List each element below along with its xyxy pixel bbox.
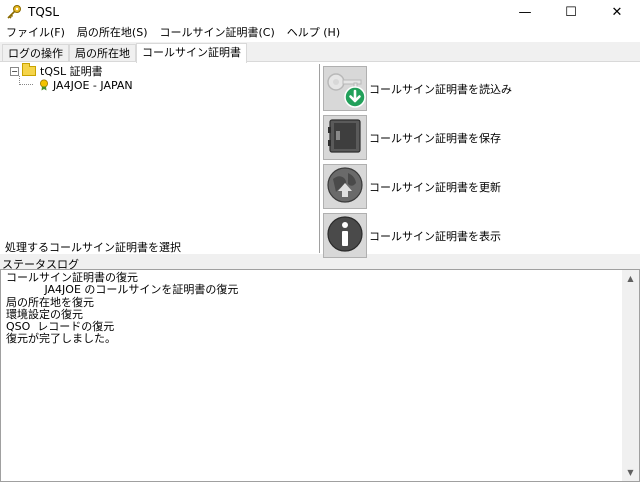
minimize-button[interactable]: — — [502, 0, 548, 24]
key-download-icon — [324, 66, 366, 111]
display-certificate-button[interactable] — [323, 213, 367, 258]
action-label: コールサイン証明書を更新 — [369, 180, 501, 194]
renew-certificate-button[interactable] — [323, 164, 367, 209]
safe-icon — [324, 115, 366, 160]
menu-bar: ファイル(F) 局の所在地(S) コールサイン証明書(C) ヘルプ (H) — [0, 24, 640, 42]
tab-station-location[interactable]: 局の所在地 — [69, 44, 136, 62]
certificate-ribbon-icon — [38, 79, 50, 91]
scroll-down-icon[interactable]: ▼ — [622, 464, 639, 481]
vertical-scrollbar[interactable]: ▲ ▼ — [622, 270, 639, 481]
window-title: TQSL — [28, 5, 60, 19]
tab-log-operations[interactable]: ログの操作 — [2, 44, 69, 62]
certificate-tree[interactable]: − tQSL 証明書 JA4JOE - JAPAN — [4, 63, 316, 234]
menu-file[interactable]: ファイル(F) — [0, 24, 71, 42]
panel-divider — [319, 64, 321, 253]
maximize-button[interactable]: ☐ — [548, 0, 594, 24]
action-label: コールサイン証明書を表示 — [369, 229, 501, 243]
folder-icon — [22, 63, 36, 76]
status-log-text: コールサイン証明書の復元 JA4JOE のコールサインを証明書の復元 局の所在地… — [6, 271, 239, 346]
load-certificate-button[interactable] — [323, 66, 367, 111]
tree-item-certificate[interactable]: JA4JOE - JAPAN — [4, 78, 316, 92]
tab-strip: ログの操作 局の所在地 コールサイン証明書 — [2, 43, 247, 63]
tree-root-label: tQSL 証明書 — [40, 65, 103, 78]
tree-root[interactable]: − tQSL 証明書 — [4, 63, 316, 78]
close-button[interactable]: ✕ — [594, 0, 640, 24]
action-label: コールサイン証明書を読込み — [369, 82, 512, 96]
info-icon — [324, 213, 366, 258]
action-label: コールサイン証明書を保存 — [369, 131, 501, 145]
collapse-toggle[interactable]: − — [10, 66, 19, 76]
menu-station-location[interactable]: 局の所在地(S) — [71, 24, 154, 42]
certificate-panel: − tQSL 証明書 JA4JOE - JAPAN 処理するコールサイン証明書を… — [0, 61, 640, 258]
save-certificate-button[interactable] — [323, 115, 367, 160]
renew-globe-icon — [324, 164, 366, 209]
display-certificate-action[interactable]: コールサイン証明書を表示 — [322, 211, 638, 260]
load-certificate-action[interactable]: コールサイン証明書を読込み — [322, 64, 638, 113]
key-icon — [6, 4, 22, 20]
menu-help[interactable]: ヘルプ (H) — [281, 24, 346, 42]
menu-callsign-certificate[interactable]: コールサイン証明書(C) — [154, 24, 281, 42]
renew-certificate-action[interactable]: コールサイン証明書を更新 — [322, 162, 638, 211]
tree-item-label: JA4JOE - JAPAN — [53, 78, 133, 92]
save-certificate-action[interactable]: コールサイン証明書を保存 — [322, 113, 638, 162]
scroll-up-icon[interactable]: ▲ — [622, 270, 639, 287]
title-bar: TQSL — ☐ ✕ — [0, 0, 640, 24]
certificate-actions: コールサイン証明書を読込み コールサイン証明書を保存 コールサイン証明書を更新 … — [322, 64, 638, 260]
window-controls: — ☐ ✕ — [502, 0, 640, 24]
tab-callsign-certificate[interactable]: コールサイン証明書 — [136, 43, 247, 63]
status-log[interactable]: コールサイン証明書の復元 JA4JOE のコールサインを証明書の復元 局の所在地… — [0, 269, 640, 482]
selection-hint: 処理するコールサイン証明書を選択 — [5, 241, 181, 254]
